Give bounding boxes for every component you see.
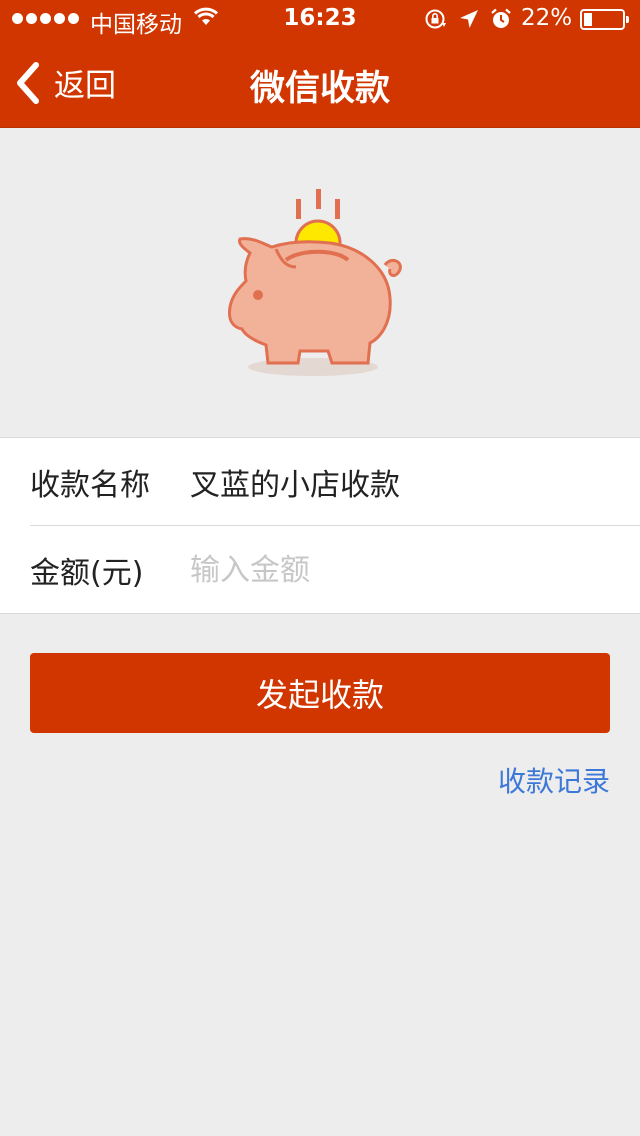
name-value[interactable]: 叉蓝的小店收款 xyxy=(190,460,400,504)
name-row: 收款名称 叉蓝的小店收款 xyxy=(30,438,640,526)
rotation-lock-icon xyxy=(425,9,446,29)
page-title: 微信收款 xyxy=(249,69,390,109)
amount-label: 金额(元) xyxy=(30,556,144,591)
submit-button[interactable]: 发起收款 xyxy=(30,653,610,733)
location-arrow-icon xyxy=(460,10,478,28)
payment-form: 收款名称 叉蓝的小店收款 金额(元) xyxy=(0,437,640,614)
nav-bar: 返回 微信收款 xyxy=(0,40,640,128)
name-label: 收款名称 xyxy=(30,467,150,503)
piggy-bank-icon xyxy=(228,189,402,376)
amount-row: 金额(元) xyxy=(30,526,640,614)
alarm-icon xyxy=(491,8,511,28)
app-header: 中国移动 16:23 22% 返回 微信收款 xyxy=(0,0,640,128)
hero-area xyxy=(0,128,640,438)
battery-icon xyxy=(580,9,629,30)
status-icons xyxy=(424,8,512,30)
battery-percent: 22% xyxy=(521,5,573,31)
records-link[interactable]: 收款记录 xyxy=(498,760,610,800)
amount-input[interactable] xyxy=(190,552,590,588)
status-bar: 中国移动 16:23 22% xyxy=(0,0,640,40)
